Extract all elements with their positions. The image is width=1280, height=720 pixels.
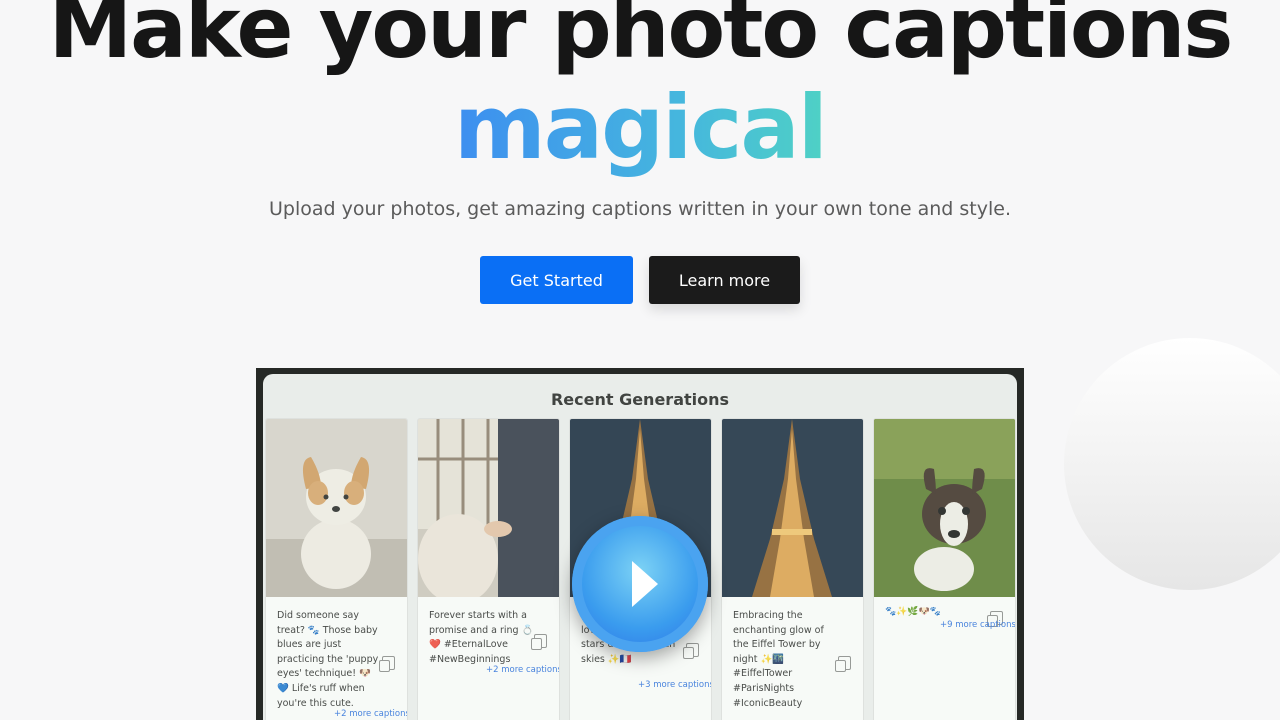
card-caption: Embracing the enchanting glow of the Eif… bbox=[733, 610, 824, 709]
more-captions-link[interactable]: +9 more captions bbox=[940, 620, 1015, 630]
copy-icon[interactable] bbox=[683, 643, 699, 659]
caption-card: 🐾✨🌿🐶🐾 +9 more captions bbox=[873, 418, 1016, 720]
copy-icon[interactable] bbox=[531, 634, 547, 650]
hero-highlight-word: magical bbox=[454, 76, 828, 179]
play-icon[interactable] bbox=[572, 516, 708, 652]
card-caption: 🐾✨🌿🐶🐾 bbox=[885, 607, 942, 617]
hero-title: Make your photo captions bbox=[48, 0, 1234, 77]
learn-more-button[interactable]: Learn more bbox=[649, 256, 800, 304]
more-captions-link[interactable]: +2 more captions bbox=[486, 665, 559, 675]
hero-subtitle: Upload your photos, get amazing captions… bbox=[269, 198, 1011, 220]
card-caption: Did someone say treat? 🐾 Those baby blue… bbox=[277, 610, 379, 709]
boston-terrier-photo bbox=[874, 419, 1015, 597]
get-started-button[interactable]: Get Started bbox=[480, 256, 633, 304]
copy-icon[interactable] bbox=[379, 656, 395, 672]
corgi-photo bbox=[266, 419, 407, 597]
decorative-circle bbox=[1064, 338, 1280, 590]
caption-card: Embracing the enchanting glow of the Eif… bbox=[721, 418, 864, 720]
hero-title-highlight: magical bbox=[0, 78, 1280, 178]
recent-generations-title: Recent Generations bbox=[550, 390, 730, 409]
more-captions-link[interactable]: +3 more captions bbox=[638, 680, 711, 690]
caption-card: Forever starts with a promise and a ring… bbox=[417, 418, 560, 720]
play-triangle bbox=[632, 561, 658, 607]
couple-ring-photo bbox=[418, 419, 559, 597]
more-captions-link[interactable]: +2 more captions bbox=[334, 709, 407, 719]
caption-card: Did someone say treat? 🐾 Those baby blue… bbox=[265, 418, 408, 720]
eiffel-tower-photo bbox=[722, 419, 863, 597]
copy-icon[interactable] bbox=[835, 656, 851, 672]
card-caption: Forever starts with a promise and a ring… bbox=[429, 610, 534, 665]
